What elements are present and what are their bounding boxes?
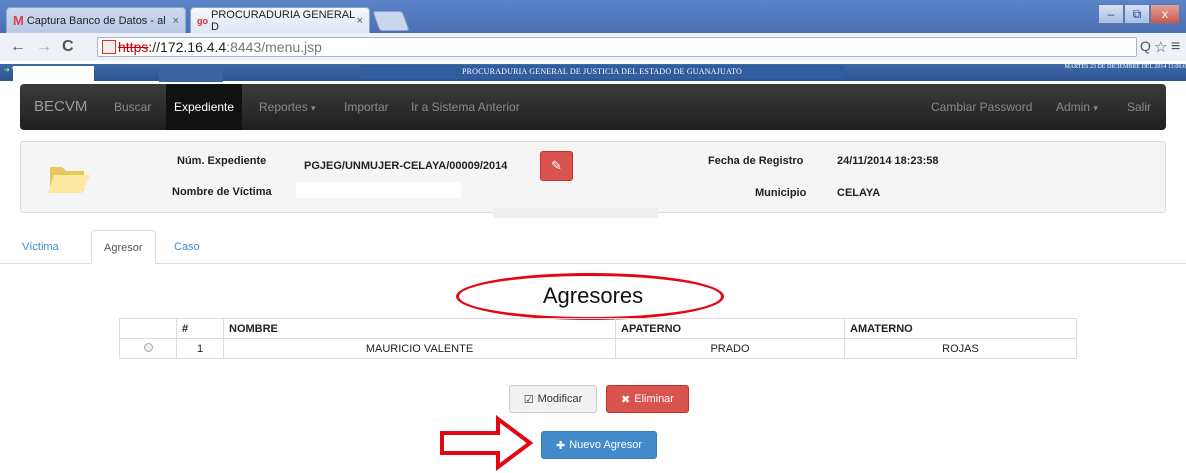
nav-buscar[interactable]: Buscar [114,84,151,130]
chrome-menu-icon[interactable]: ≡ [1171,38,1180,56]
expediente-value: PGJEG/UNMUJER-CELAYA/00009/2014 [304,160,508,172]
remove-icon: ✖ [621,393,631,406]
row-nombre: MAURICIO VALENTE [223,338,616,359]
nav-reportes-label: Reportes [259,100,308,114]
tab-agresor[interactable]: Agresor [91,230,156,264]
edit-check-icon: ☑ [523,393,534,406]
col-amaterno: AMATERNO [844,318,1077,339]
tab-close-icon[interactable]: × [173,15,179,27]
caret-down-icon: ▾ [1093,103,1098,113]
annotation-oval [456,273,724,320]
url-scheme: https [118,39,149,55]
url-path: :8443/menu.jsp [226,39,322,55]
annotation-arrow [440,415,534,471]
victima-name-value [296,182,461,198]
site-header-date: MARTES 23 DE DICIEMBRE DEL 2014 11:06:0 [1064,64,1186,70]
minimize-button[interactable]: ‒ [1098,4,1124,24]
nav-salir[interactable]: Salir [1127,84,1151,130]
expediente-panel [20,141,1166,213]
modificar-label: Modificar [537,393,583,405]
site-header-title: PROCURADURIA GENERAL DE JUSTICIA DEL EST… [360,65,844,79]
forward-icon[interactable]: → [36,38,52,56]
gmail-icon: M [13,13,24,28]
nav-admin[interactable]: Admin ▾ [1056,84,1098,130]
row-amaterno: ROJAS [844,338,1077,359]
table-row[interactable]: 1 MAURICIO VALENTE PRADO ROJAS [119,338,1077,359]
nav-reportes[interactable]: Reportes ▾ [259,84,316,130]
edit-expediente-button[interactable]: ✎ [540,151,573,181]
browser-tab-captura[interactable]: M Captura Banco de Datos - al × [6,7,186,33]
municipio-label: Municipio [755,187,807,199]
expediente-label: Núm. Expediente [177,155,267,167]
tab-close-icon[interactable]: × [357,15,363,27]
victima-label: Nombre de Víctima [172,186,272,198]
row-num: 1 [176,338,224,359]
col-num: # [176,318,224,339]
plus-icon: ✚ [556,439,566,452]
reload-icon[interactable]: C [62,38,74,56]
zoom-icon[interactable]: Q [1140,38,1151,54]
col-nombre: NOMBRE [223,318,616,339]
row-apaterno: PRADO [615,338,845,359]
nav-cambiar-password[interactable]: Cambiar Password [931,84,1032,130]
municipio-value: CELAYA [837,187,881,199]
nav-sistema-anterior[interactable]: Ir a Sistema Anterior [411,84,520,130]
browser-tab-label: PROCURADURIA GENERAL D [211,8,355,33]
fecha-label: Fecha de Registro [708,155,804,167]
back-icon[interactable]: ← [10,38,26,56]
browser-tab-procuraduria[interactable]: go PROCURADURIA GENERAL D × [190,7,370,33]
navbar-brand[interactable]: BECVM [34,84,87,130]
header-logo-area [13,66,94,82]
agresores-table: # NOMBRE APATERNO AMATERNO 1 MAURICIO VA… [119,318,1077,359]
folder-icon [48,167,90,193]
browser-tab-label: Captura Banco de Datos - al [26,14,166,27]
insecure-lock-icon [102,40,116,54]
fecha-value: 24/11/2014 18:23:58 [837,155,939,167]
eliminar-label: Eliminar [634,393,674,405]
caret-down-icon: ▾ [311,103,316,113]
panel-divider [493,208,658,218]
tab-victima[interactable]: Víctima [10,230,71,264]
nuevo-agresor-label: Nuevo Agresor [569,439,642,451]
col-select [119,318,177,339]
window-close-button[interactable]: x [1150,4,1180,24]
table-header-row: # NOMBRE APATERNO AMATERNO [119,318,1077,339]
header-block [159,66,223,82]
row-radio[interactable] [143,342,153,352]
modificar-button[interactable]: ☑ Modificar [509,385,597,413]
eliminar-button[interactable]: ✖ Eliminar [606,385,689,413]
nav-importar[interactable]: Importar [344,84,389,130]
tab-caso[interactable]: Caso [162,230,212,264]
url-host: ://172.16.4.4 [148,39,227,55]
bookmark-star-icon[interactable]: ☆ [1154,38,1167,56]
col-apaterno: APATERNO [615,318,845,339]
site-favicon-icon: go [197,15,208,26]
nav-admin-label: Admin [1056,100,1091,114]
address-bar[interactable]: https ://172.16.4.4 :8443/menu.jsp [97,37,1137,57]
row-select-cell[interactable] [119,338,177,359]
nav-expediente[interactable]: Expediente [166,84,243,130]
pencil-icon: ✎ [551,158,562,173]
circle-arrow-icon: ➔ [4,67,10,74]
maximize-button[interactable]: ⧉ [1124,4,1150,24]
nuevo-agresor-button[interactable]: ✚ Nuevo Agresor [541,431,657,459]
